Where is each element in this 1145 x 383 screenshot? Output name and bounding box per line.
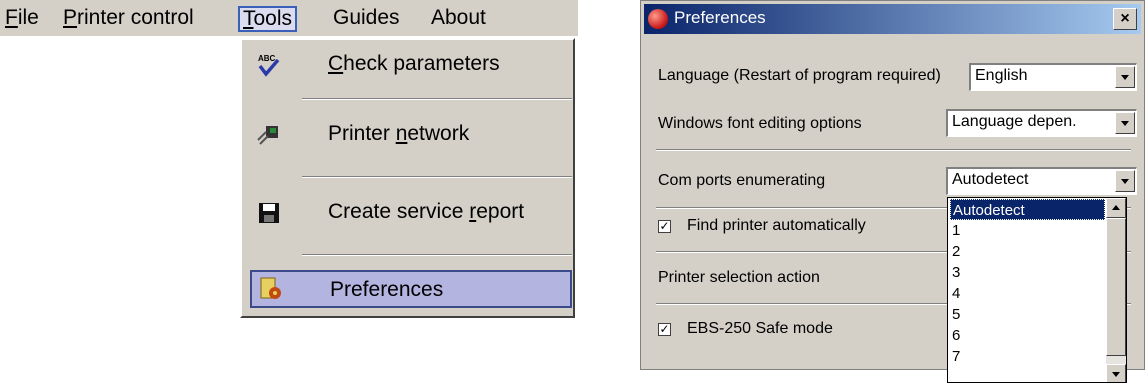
close-button[interactable]: × (1113, 8, 1137, 30)
menu-tools[interactable]: Tools (238, 6, 298, 32)
chevron-down-icon[interactable] (1115, 170, 1135, 192)
floppy-disk-icon (256, 200, 282, 226)
list-item[interactable]: 5 (950, 304, 1105, 325)
menu-item-label: Preferences (330, 278, 444, 301)
dialog-titlebar[interactable]: Preferences × (644, 4, 1141, 34)
printer-selection-label: Printer selection action (658, 269, 820, 286)
find-printer-label: Find printer automatically (687, 217, 866, 234)
font-options-value: Language depen. (952, 113, 1077, 130)
language-label: Language (Restart of program required) (658, 67, 941, 84)
app-icon (648, 9, 668, 29)
menu-item-check-parameters[interactable]: ABC Check parameters (250, 42, 572, 90)
list-item[interactable]: Autodetect (950, 199, 1105, 220)
list-item[interactable]: 6 (950, 325, 1105, 346)
spellcheck-icon: ABC (256, 52, 282, 78)
list-item[interactable]: 3 (950, 262, 1105, 283)
menu-divider (302, 98, 572, 100)
list-item[interactable]: 7 (950, 346, 1105, 367)
menu-guides[interactable]: Guides (330, 5, 403, 31)
list-item[interactable]: 1 (950, 220, 1105, 241)
font-options-select[interactable]: Language depen. (946, 109, 1137, 137)
list-item[interactable]: 2 (950, 241, 1105, 262)
menu-item-create-service-report[interactable]: Create service report (250, 190, 572, 238)
find-printer-checkbox[interactable]: ✓ (658, 220, 671, 233)
chevron-down-icon[interactable] (1115, 112, 1135, 134)
network-icon (256, 122, 282, 148)
language-value: English (975, 67, 1028, 84)
preferences-icon (258, 276, 284, 302)
menu-bar: File Printer control Tools Guides About (0, 0, 578, 36)
font-options-label: Windows font editing options (658, 115, 862, 132)
menu-item-preferences[interactable]: Preferences (250, 270, 572, 308)
menu-divider (302, 254, 572, 256)
safe-mode-checkbox[interactable]: ✓ (658, 323, 671, 336)
com-ports-dropdown-list: Autodetect 1 2 3 4 5 6 7 (947, 197, 1127, 383)
menu-item-label: Create service report (328, 200, 525, 223)
com-ports-value: Autodetect (952, 171, 1029, 188)
menu-item-label: Check parameters (328, 52, 500, 75)
menu-about[interactable]: About (428, 5, 489, 31)
chevron-down-icon[interactable] (1115, 66, 1135, 88)
list-scrollbar[interactable] (1106, 198, 1126, 382)
tools-dropdown-menu: ABC Check parameters Printer network Cre… (240, 38, 575, 318)
divider (656, 149, 1131, 151)
dialog-title: Preferences (674, 8, 766, 27)
svg-text:ABC: ABC (258, 54, 276, 63)
menu-divider (302, 176, 572, 178)
com-ports-label: Com ports enumerating (658, 172, 826, 189)
language-select[interactable]: English (969, 63, 1137, 91)
menu-file[interactable]: File (2, 5, 42, 31)
safe-mode-label: EBS-250 Safe mode (687, 320, 833, 337)
scroll-thumb[interactable] (1106, 218, 1126, 356)
menu-item-printer-network[interactable]: Printer network (250, 112, 572, 160)
com-ports-select[interactable]: Autodetect (946, 167, 1137, 195)
menu-item-label: Printer network (328, 122, 470, 145)
menu-printer-control[interactable]: Printer control (60, 5, 197, 31)
list-item[interactable]: 4 (950, 283, 1105, 304)
scroll-down-icon[interactable] (1106, 364, 1126, 382)
scroll-up-icon[interactable] (1106, 198, 1126, 218)
